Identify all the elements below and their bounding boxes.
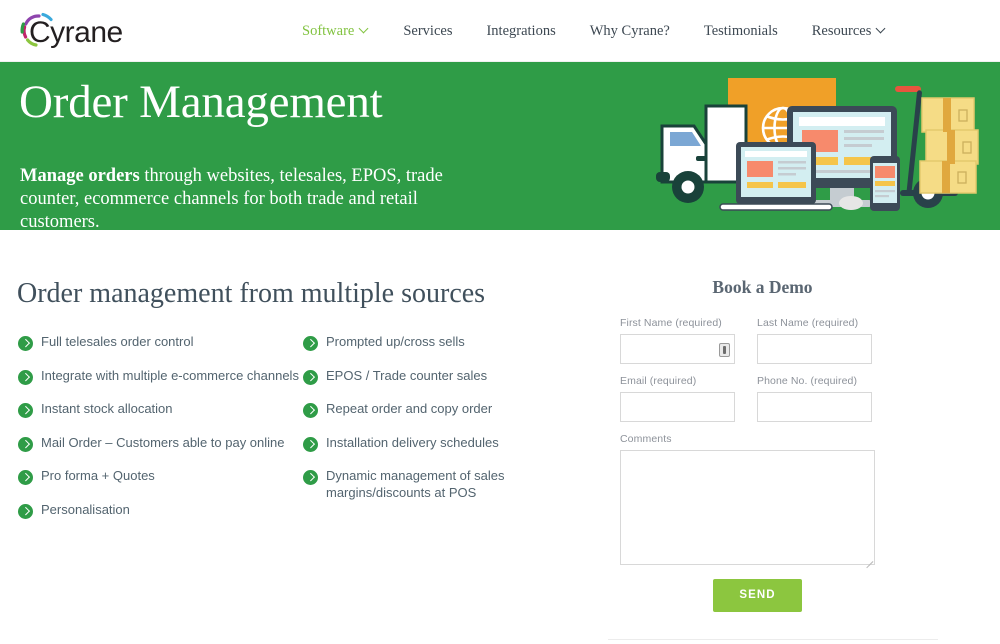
page-title: Order management from multiple sources (17, 278, 486, 309)
nav-label-resources: Resources (811, 22, 872, 39)
nav-label-services: Services (403, 22, 453, 39)
chevron-down-icon (360, 25, 369, 34)
list-item: Dynamic management of sales margins/disc… (303, 468, 568, 501)
svg-text:Cyrane: Cyrane (29, 16, 123, 49)
form-fields: First Name (required) Last Name (require… (620, 317, 895, 612)
comments-label: Comments (620, 433, 672, 445)
field-comments: Comments (620, 433, 875, 569)
nav-label-software: Software (302, 22, 355, 39)
chevron-right-circle-icon (18, 336, 33, 351)
field-phone: Phone No. (required) (757, 375, 872, 422)
chevron-right-circle-icon (303, 336, 318, 351)
field-last-name: Last Name (required) (757, 317, 872, 364)
list-item-label: Personalisation (41, 501, 130, 517)
nav-label-integrations: Integrations (486, 22, 556, 39)
feature-list-column-left: Full telesales order control Integrate w… (18, 334, 303, 535)
list-item: Personalisation (18, 502, 303, 522)
main-content: Order management from multiple sources F… (0, 230, 1000, 644)
field-first-name: First Name (required) (620, 317, 735, 364)
chevron-right-circle-icon (18, 436, 33, 452)
list-item-label: Installation delivery schedules (326, 434, 499, 450)
list-item: Full telesales order control (18, 334, 303, 354)
site-logo[interactable]: Cyrane (18, 9, 133, 53)
autofill-icon[interactable] (719, 343, 730, 357)
feature-list: Full telesales order control Integrate w… (18, 334, 578, 535)
field-email: Email (required) (620, 375, 735, 422)
form-actions: SEND (620, 579, 895, 612)
list-item: EPOS / Trade counter sales (303, 368, 568, 388)
list-item: Prompted up/cross sells (303, 334, 568, 354)
chevron-right-circle-icon (18, 503, 33, 519)
list-item-label: Dynamic management of sales margins/disc… (326, 468, 505, 500)
list-item-label: Full telesales order control (41, 334, 194, 349)
phone-label: Phone No. (required) (757, 375, 858, 387)
list-item-label: Repeat order and copy order (326, 401, 493, 416)
last-name-label: Last Name (required) (757, 317, 859, 329)
chevron-right-circle-icon (303, 369, 318, 385)
last-name-input[interactable] (757, 334, 872, 364)
list-item: Repeat order and copy order (303, 401, 568, 421)
nav-item-services[interactable]: Services (386, 23, 469, 40)
list-item: Pro forma + Quotes (18, 468, 303, 488)
nav-item-testimonials[interactable]: Testimonials (687, 23, 795, 40)
list-item-label: Prompted up/cross sells (326, 334, 465, 349)
list-item-label: Mail Order – Customers able to pay onlin… (41, 434, 285, 450)
chevron-right-circle-icon (303, 403, 318, 418)
nav-item-integrations[interactable]: Integrations (469, 23, 572, 40)
chevron-right-circle-icon (303, 436, 318, 452)
list-item: Instant stock allocation (18, 401, 303, 421)
comments-textarea[interactable] (620, 450, 875, 565)
list-item: Mail Order – Customers able to pay onlin… (18, 435, 303, 455)
list-item-label: Instant stock allocation (41, 401, 173, 416)
first-name-label: First Name (required) (620, 317, 722, 329)
email-input[interactable] (620, 392, 735, 422)
hero-subtitle-bold: Manage orders (20, 165, 140, 186)
nav-label-why-cyrane: Why Cyrane? (589, 22, 670, 39)
chevron-right-circle-icon (18, 403, 33, 418)
list-item-label: EPOS / Trade counter sales (326, 367, 488, 383)
form-row-name: First Name (required) Last Name (require… (620, 317, 895, 375)
list-item-label: Pro forma + Quotes (41, 468, 155, 483)
hero-title: Order Management (19, 76, 383, 128)
main-navigation: Software Services Integrations Why Cyran… (285, 0, 903, 62)
book-a-demo-form: Book a Demo First Name (required) Last N… (600, 230, 970, 612)
form-title: Book a Demo (712, 277, 813, 297)
nav-item-why-cyrane[interactable]: Why Cyrane? (573, 23, 687, 40)
list-item-label: Integrate with multiple e-commerce chann… (41, 367, 299, 383)
hero-banner: Order Management Manage orders through w… (0, 62, 1000, 230)
footer-divider (608, 639, 938, 640)
first-name-input[interactable] (620, 334, 735, 364)
phone-input[interactable] (757, 392, 872, 422)
list-item: Integrate with multiple e-commerce chann… (18, 368, 303, 388)
send-button[interactable]: SEND (713, 579, 802, 612)
hero-subtitle: Manage orders through websites, telesale… (20, 165, 490, 231)
cyrane-logo-icon: Cyrane (20, 12, 123, 49)
chevron-right-circle-icon (18, 470, 33, 485)
email-label: Email (required) (620, 375, 697, 387)
form-row-contact: Email (required) Phone No. (required) (620, 375, 895, 433)
nav-item-software[interactable]: Software (285, 23, 386, 40)
chevron-right-circle-icon (303, 470, 318, 485)
nav-item-resources[interactable]: Resources (795, 23, 904, 40)
order-management-illustration (656, 78, 979, 211)
feature-list-column-right: Prompted up/cross sells EPOS / Trade cou… (303, 334, 568, 535)
site-header: Cyrane Software Services Integrations Wh… (0, 0, 1000, 62)
chevron-right-circle-icon (18, 369, 33, 385)
list-item: Installation delivery schedules (303, 435, 568, 455)
chevron-down-icon (877, 25, 886, 34)
nav-label-testimonials: Testimonials (703, 22, 778, 39)
